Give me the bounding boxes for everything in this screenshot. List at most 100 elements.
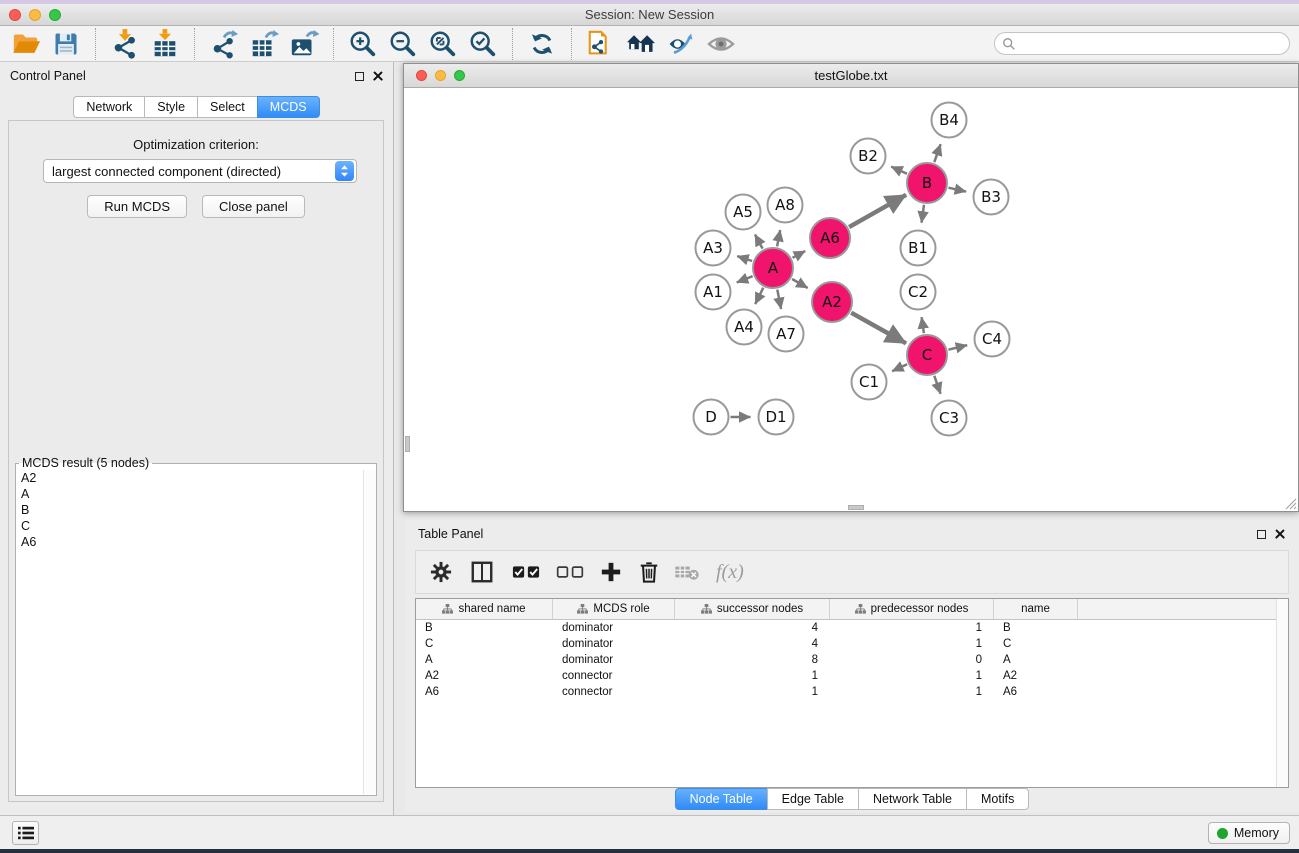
column-header-shared-name[interactable]: shared name <box>416 599 553 619</box>
export-network-button[interactable] <box>207 28 241 60</box>
column-header-MCDS-role[interactable]: MCDS role <box>553 599 675 619</box>
select-all-columns-button[interactable] <box>512 565 540 579</box>
search-field[interactable] <box>994 32 1290 55</box>
mcds-result-item[interactable]: A2 <box>17 470 362 486</box>
cell-predecessor-nodes[interactable]: 1 <box>830 636 994 652</box>
tab-motifs[interactable]: Motifs <box>966 788 1029 810</box>
edge-B-B3[interactable] <box>949 188 967 192</box>
home-view-button[interactable] <box>624 28 658 60</box>
edge-A-A1[interactable] <box>737 276 753 282</box>
close-panel-button[interactable]: Close panel <box>202 195 305 218</box>
cell-predecessor-nodes[interactable]: 0 <box>830 652 994 668</box>
export-image-button[interactable] <box>287 28 321 60</box>
column-header-successor-nodes[interactable]: successor nodes <box>675 599 830 619</box>
memory-button[interactable]: Memory <box>1208 822 1290 844</box>
cell-name[interactable]: A2 <box>994 668 1078 684</box>
edge-C-C4[interactable] <box>948 345 967 350</box>
tab-mcds[interactable]: MCDS <box>257 96 320 118</box>
cell-MCDS-role[interactable]: dominator <box>553 652 675 668</box>
edge-A-A4[interactable] <box>755 288 763 304</box>
tab-network-table[interactable]: Network Table <box>858 788 966 810</box>
save-session-button[interactable] <box>49 28 83 60</box>
criterion-dropdown[interactable]: largest connected component (directed) <box>43 159 357 183</box>
table-row[interactable]: Bdominator41B <box>416 620 1288 636</box>
task-history-button[interactable] <box>12 821 39 845</box>
tab-style[interactable]: Style <box>144 96 197 118</box>
zoom-fit-button[interactable] <box>426 28 460 60</box>
edge-B-B4[interactable] <box>934 144 940 162</box>
cell-name[interactable]: A <box>994 652 1078 668</box>
cell-predecessor-nodes[interactable]: 1 <box>830 668 994 684</box>
close-panel-icon[interactable] <box>373 71 383 81</box>
run-mcds-button[interactable]: Run MCDS <box>87 195 187 218</box>
open-session-button[interactable] <box>9 28 43 60</box>
export-table-button[interactable] <box>247 28 281 60</box>
result-scrollbar[interactable] <box>363 470 376 794</box>
cell-successor-nodes[interactable]: 1 <box>675 684 830 700</box>
edge-A-A6[interactable] <box>793 251 806 258</box>
edge-B-B2[interactable] <box>891 167 907 174</box>
network-canvas[interactable]: B4B2BB3A5A8A6A3B1AA1C2A2A4A7C4CC1C3DD1 <box>404 88 1298 511</box>
cell-MCDS-role[interactable]: dominator <box>553 620 675 636</box>
edge-C-C2[interactable] <box>922 317 924 333</box>
search-input[interactable] <box>1016 35 1289 53</box>
cell-predecessor-nodes[interactable]: 1 <box>830 620 994 636</box>
hide-elements-button[interactable] <box>664 28 698 60</box>
mcds-result-item[interactable]: A <box>17 486 362 502</box>
table-scrollbar[interactable] <box>1276 599 1288 787</box>
column-header-predecessor-nodes[interactable]: predecessor nodes <box>830 599 994 619</box>
create-column-button[interactable] <box>600 561 622 583</box>
delete-column-button[interactable] <box>638 560 660 584</box>
edge-C-C1[interactable] <box>892 364 907 371</box>
table-row[interactable]: A2connector11A2 <box>416 668 1288 684</box>
cell-successor-nodes[interactable]: 1 <box>675 668 830 684</box>
import-network-button[interactable] <box>108 28 142 60</box>
vertical-scrollbar-thumb[interactable] <box>405 436 410 452</box>
cell-successor-nodes[interactable]: 4 <box>675 636 830 652</box>
cell-MCDS-role[interactable]: connector <box>553 668 675 684</box>
network-graph[interactable]: B4B2BB3A5A8A6A3B1AA1C2A2A4A7C4CC1C3DD1 <box>404 88 1298 511</box>
import-table-button[interactable] <box>148 28 182 60</box>
zoom-out-button[interactable] <box>386 28 420 60</box>
edge-A2-C[interactable] <box>851 313 906 344</box>
cell-shared-name[interactable]: C <box>416 636 553 652</box>
zoom-selected-button[interactable] <box>466 28 500 60</box>
table-row[interactable]: A6connector11A6 <box>416 684 1288 700</box>
cell-successor-nodes[interactable]: 8 <box>675 652 830 668</box>
show-hidden-button[interactable] <box>704 28 738 60</box>
tab-edge-table[interactable]: Edge Table <box>767 788 858 810</box>
float-panel-icon[interactable] <box>355 72 364 81</box>
table-row[interactable]: Cdominator41C <box>416 636 1288 652</box>
cell-name[interactable]: C <box>994 636 1078 652</box>
edge-A-A8[interactable] <box>777 230 780 246</box>
mcds-result-item[interactable]: B <box>17 502 362 518</box>
tab-network[interactable]: Network <box>73 96 144 118</box>
float-table-panel-icon[interactable] <box>1257 530 1266 539</box>
refresh-button[interactable] <box>525 28 559 60</box>
edge-A6-B[interactable] <box>849 195 906 227</box>
cell-MCDS-role[interactable]: connector <box>553 684 675 700</box>
edge-A-A3[interactable] <box>737 256 752 261</box>
edge-A-A2[interactable] <box>792 279 808 288</box>
cell-shared-name[interactable]: A2 <box>416 668 553 684</box>
show-column-panel-button[interactable] <box>470 560 494 584</box>
cell-successor-nodes[interactable]: 4 <box>675 620 830 636</box>
close-table-panel-icon[interactable] <box>1275 529 1285 539</box>
edge-C-C3[interactable] <box>934 376 940 394</box>
tab-select[interactable]: Select <box>197 96 257 118</box>
edge-A-A7[interactable] <box>777 290 781 309</box>
mcds-result-item[interactable]: C <box>17 518 362 534</box>
table-row[interactable]: Adominator80A <box>416 652 1288 668</box>
column-header-name[interactable]: name <box>994 599 1078 619</box>
edge-A-A5[interactable] <box>755 235 763 249</box>
clone-network-button[interactable] <box>584 28 618 60</box>
tab-node-table[interactable]: Node Table <box>675 788 767 810</box>
cell-predecessor-nodes[interactable]: 1 <box>830 684 994 700</box>
unselect-all-columns-button[interactable] <box>556 565 584 579</box>
cell-MCDS-role[interactable]: dominator <box>553 636 675 652</box>
horizontal-scrollbar-thumb[interactable] <box>848 505 864 510</box>
function-builder-button[interactable]: f(x) <box>716 561 744 584</box>
cell-shared-name[interactable]: A <box>416 652 553 668</box>
cell-shared-name[interactable]: B <box>416 620 553 636</box>
resize-grip[interactable] <box>1283 496 1297 510</box>
